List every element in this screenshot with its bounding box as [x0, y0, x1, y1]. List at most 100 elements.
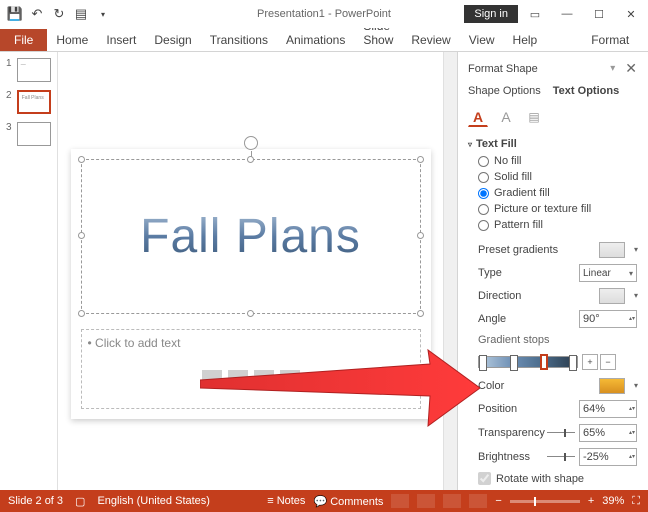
vertical-scrollbar[interactable]: [443, 52, 457, 490]
zoom-level[interactable]: 39%: [602, 495, 624, 507]
placeholder-text: • Click to add text: [88, 336, 414, 350]
minimize-icon[interactable]: —: [552, 2, 582, 26]
slide: Fall Plans • Click to add text: [71, 149, 431, 419]
text-options-tab[interactable]: Text Options: [553, 85, 619, 101]
smartart-icon[interactable]: [254, 370, 274, 388]
home-tab[interactable]: Home: [47, 29, 97, 51]
resize-handle[interactable]: [247, 156, 254, 163]
brightness-slider[interactable]: [547, 451, 575, 463]
notes-button[interactable]: ≡ Notes: [267, 495, 305, 507]
file-tab[interactable]: File: [0, 29, 47, 51]
comments-button[interactable]: 💬 Comments: [313, 495, 383, 508]
resize-handle[interactable]: [247, 310, 254, 317]
preset-dropdown[interactable]: [599, 242, 625, 258]
qat-dropdown-icon[interactable]: ▾: [94, 5, 112, 23]
window-title: Presentation1 - PowerPoint: [257, 8, 391, 20]
transparency-slider[interactable]: [547, 427, 575, 439]
workspace: 1— 2Fall Plans 3 Fall Plans • Click to a…: [0, 52, 648, 490]
direction-dropdown[interactable]: [599, 288, 625, 304]
content-icons: [88, 370, 414, 388]
solid-fill-radio[interactable]: Solid fill: [468, 169, 637, 185]
slide-thumbnails: 1— 2Fall Plans 3: [0, 52, 58, 490]
resize-handle[interactable]: [417, 310, 424, 317]
resize-handle[interactable]: [417, 232, 424, 239]
pane-close-icon[interactable]: ✕: [625, 60, 637, 77]
sorter-view-icon[interactable]: [417, 494, 435, 508]
resize-handle[interactable]: [78, 156, 85, 163]
ribbon-options-icon[interactable]: ▭: [520, 2, 550, 26]
quick-access-toolbar: 💾 ↶ ↻ ▤ ▾: [0, 5, 112, 23]
resize-handle[interactable]: [78, 232, 85, 239]
gradient-stops-bar[interactable]: [478, 356, 578, 368]
pattern-fill-radio[interactable]: Pattern fill: [468, 217, 637, 233]
rotate-checkbox[interactable]: Rotate with shape: [468, 469, 637, 488]
zoom-in-icon[interactable]: +: [588, 495, 594, 507]
insert-tab[interactable]: Insert: [97, 29, 145, 51]
position-input[interactable]: 64%▴▾: [579, 400, 637, 418]
angle-input[interactable]: 90°▴▾: [579, 310, 637, 328]
3d-icon[interactable]: [280, 370, 300, 388]
resize-handle[interactable]: [417, 156, 424, 163]
review-tab[interactable]: Review: [402, 29, 459, 51]
start-icon[interactable]: ▤: [72, 5, 90, 23]
table-icon[interactable]: [202, 370, 222, 388]
undo-icon[interactable]: ↶: [28, 5, 46, 23]
transparency-input[interactable]: 65%▴▾: [579, 424, 637, 442]
language-indicator[interactable]: English (United States): [97, 495, 210, 507]
transitions-tab[interactable]: Transitions: [201, 29, 277, 51]
gradient-stop[interactable]: [540, 354, 548, 370]
text-effects-icon[interactable]: A: [496, 107, 516, 127]
view-tab[interactable]: View: [460, 29, 504, 51]
content-placeholder[interactable]: • Click to add text: [81, 329, 421, 409]
gradient-stops-label: Gradient stops: [468, 331, 637, 349]
brightness-input[interactable]: -25%▴▾: [579, 448, 637, 466]
zoom-out-icon[interactable]: −: [495, 495, 501, 507]
text-fill-outline-icon[interactable]: A: [468, 107, 488, 127]
title-textbox[interactable]: Fall Plans: [81, 159, 421, 314]
text-fill-section[interactable]: ▿Text Fill: [468, 135, 637, 153]
rotate-handle[interactable]: [244, 136, 258, 150]
close-icon[interactable]: ✕: [616, 2, 646, 26]
slideshow-view-icon[interactable]: [469, 494, 487, 508]
color-dropdown[interactable]: [599, 378, 625, 394]
maximize-icon[interactable]: ☐: [584, 2, 614, 26]
no-fill-radio[interactable]: No fill: [468, 153, 637, 169]
fit-icon[interactable]: ⛶: [632, 495, 640, 508]
pane-dropdown-icon[interactable]: ▾: [610, 63, 615, 74]
format-shape-pane: Format Shape ▾ ✕ Shape Options Text Opti…: [457, 52, 647, 490]
gradient-fill-radio[interactable]: Gradient fill: [468, 185, 637, 201]
signin-button[interactable]: Sign in: [464, 5, 518, 23]
title-text[interactable]: Fall Plans: [140, 209, 361, 264]
position-label: Position: [478, 403, 579, 415]
thumbnail-2[interactable]: 2Fall Plans: [6, 90, 51, 114]
ribbon-tabs: File Home Insert Design Transitions Anim…: [0, 28, 648, 52]
picture-fill-radio[interactable]: Picture or texture fill: [468, 201, 637, 217]
gradient-stop[interactable]: [569, 355, 577, 371]
pane-title: Format Shape ▾ ✕: [468, 60, 637, 77]
thumbnail-3[interactable]: 3: [6, 122, 51, 146]
save-icon[interactable]: 💾: [6, 5, 24, 23]
shape-options-tab[interactable]: Shape Options: [468, 85, 541, 101]
format-tab[interactable]: Format: [582, 29, 638, 51]
type-dropdown[interactable]: Linear: [579, 264, 637, 282]
chart-icon[interactable]: [228, 370, 248, 388]
normal-view-icon[interactable]: [391, 494, 409, 508]
textbox-icon[interactable]: ▤: [524, 107, 544, 127]
help-tab[interactable]: Help: [504, 29, 547, 51]
zoom-slider[interactable]: [510, 500, 580, 503]
slide-indicator[interactable]: Slide 2 of 3: [8, 495, 63, 507]
remove-stop-icon[interactable]: −: [600, 354, 616, 370]
status-bar: Slide 2 of 3 ▢ English (United States) ≡…: [0, 490, 648, 512]
redo-icon[interactable]: ↻: [50, 5, 68, 23]
brightness-label: Brightness: [478, 451, 547, 463]
add-stop-icon[interactable]: +: [582, 354, 598, 370]
thumbnail-1[interactable]: 1—: [6, 58, 51, 82]
reading-view-icon[interactable]: [443, 494, 461, 508]
resize-handle[interactable]: [78, 310, 85, 317]
gradient-stop[interactable]: [479, 355, 487, 371]
slide-canvas[interactable]: Fall Plans • Click to add text: [58, 52, 443, 490]
spell-icon[interactable]: ▢: [75, 495, 85, 508]
design-tab[interactable]: Design: [145, 29, 200, 51]
animations-tab[interactable]: Animations: [277, 29, 354, 51]
gradient-stop[interactable]: [510, 355, 518, 371]
